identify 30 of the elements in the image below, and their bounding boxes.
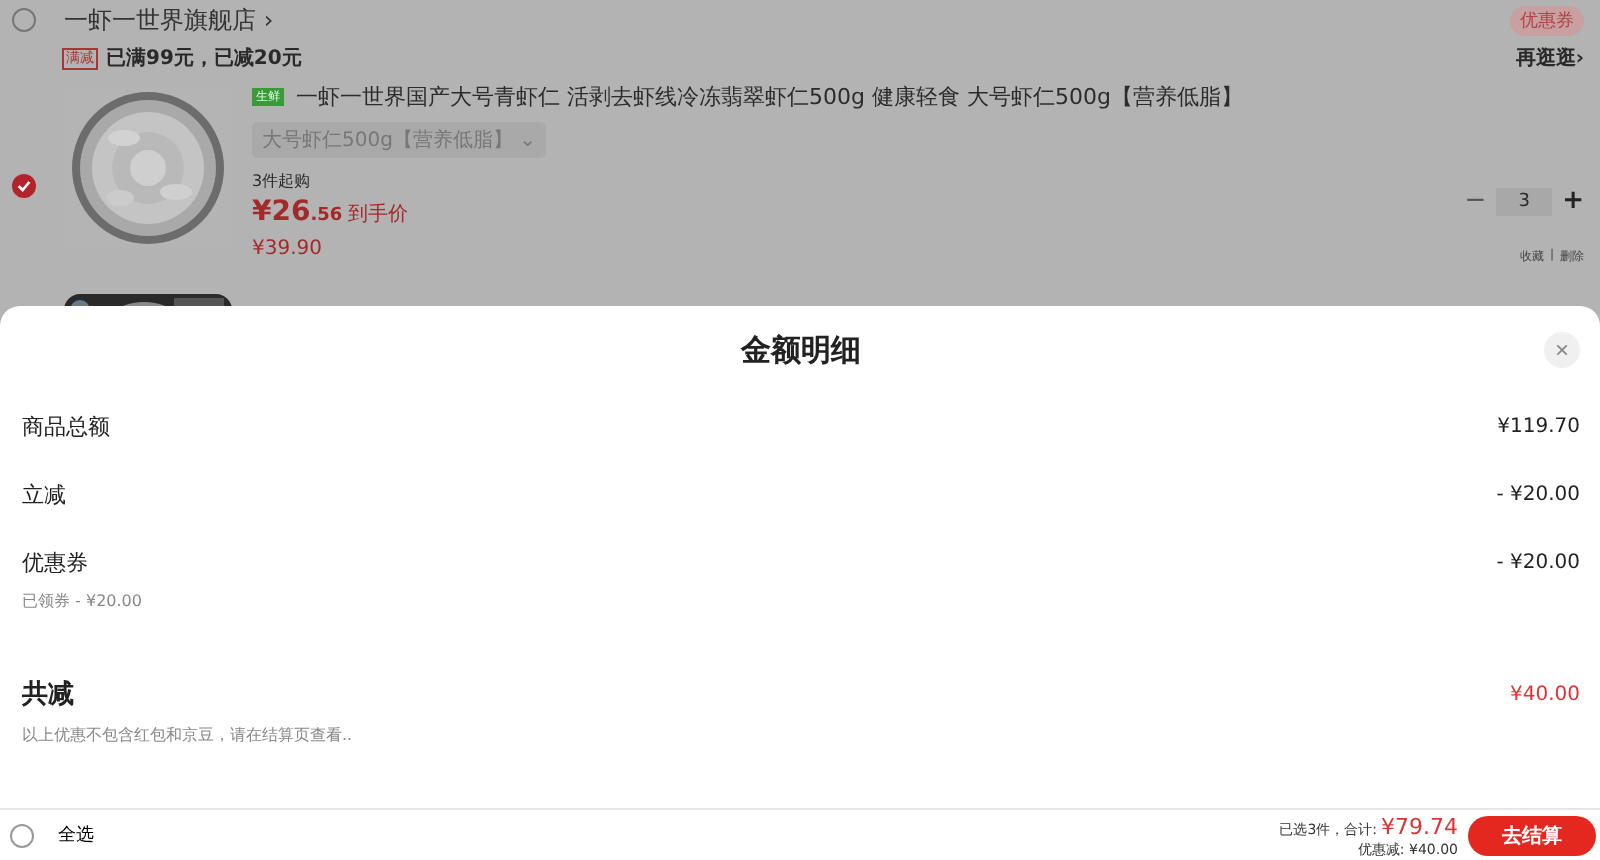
select-all-label[interactable]: 全选 bbox=[58, 822, 94, 848]
original-price: ¥39.90 bbox=[252, 238, 322, 260]
amount-value: - ¥20.00 bbox=[1496, 484, 1580, 506]
total-discount-label: 共减 bbox=[22, 678, 74, 712]
store-checkbox[interactable] bbox=[12, 8, 36, 32]
price: ¥26.56 bbox=[252, 196, 343, 228]
sheet-title: 金额明细 bbox=[741, 331, 861, 369]
amount-value: ¥119.70 bbox=[1497, 416, 1580, 438]
decrease-button[interactable]: − bbox=[1464, 186, 1487, 216]
price-note: 到手价 bbox=[348, 201, 409, 228]
quantity-field[interactable]: 3 bbox=[1496, 187, 1553, 215]
item-checkbox[interactable] bbox=[12, 174, 36, 198]
coupon-detail: 已领券 - ¥20.00 bbox=[22, 590, 144, 612]
amount-value: - ¥20.00 bbox=[1496, 552, 1580, 574]
checkout-button[interactable]: 去结算 bbox=[1468, 815, 1596, 855]
total-discount-value: ¥40.00 bbox=[1510, 683, 1580, 705]
increase-button[interactable]: + bbox=[1562, 186, 1584, 216]
amount-label: 商品总额 bbox=[22, 412, 110, 442]
min-quantity: 3件起购 bbox=[252, 170, 311, 192]
store-name[interactable]: 一虾一世界旗舰店 › bbox=[64, 3, 274, 37]
promo-text: 已满99元，已减20元 bbox=[106, 45, 302, 72]
check-icon bbox=[16, 178, 32, 194]
discount-note: 以上优惠不包含红包和京豆，请在结算页查看.. bbox=[22, 724, 355, 746]
close-button[interactable]: × bbox=[1544, 332, 1580, 368]
product-title[interactable]: 一虾一世界国产大号青虾仁 活剥去虾线冷冻翡翠虾仁500g 健康轻食 大号虾仁500g【营养低脂】 bbox=[296, 82, 1243, 112]
select-all-checkbox[interactable] bbox=[10, 823, 34, 847]
browse-more-link[interactable]: 再逛逛› bbox=[1515, 44, 1584, 72]
amount-label: 立减 bbox=[22, 480, 66, 510]
amount-label: 优惠券 bbox=[22, 548, 88, 578]
total-price: ¥79.74 bbox=[1381, 818, 1458, 838]
